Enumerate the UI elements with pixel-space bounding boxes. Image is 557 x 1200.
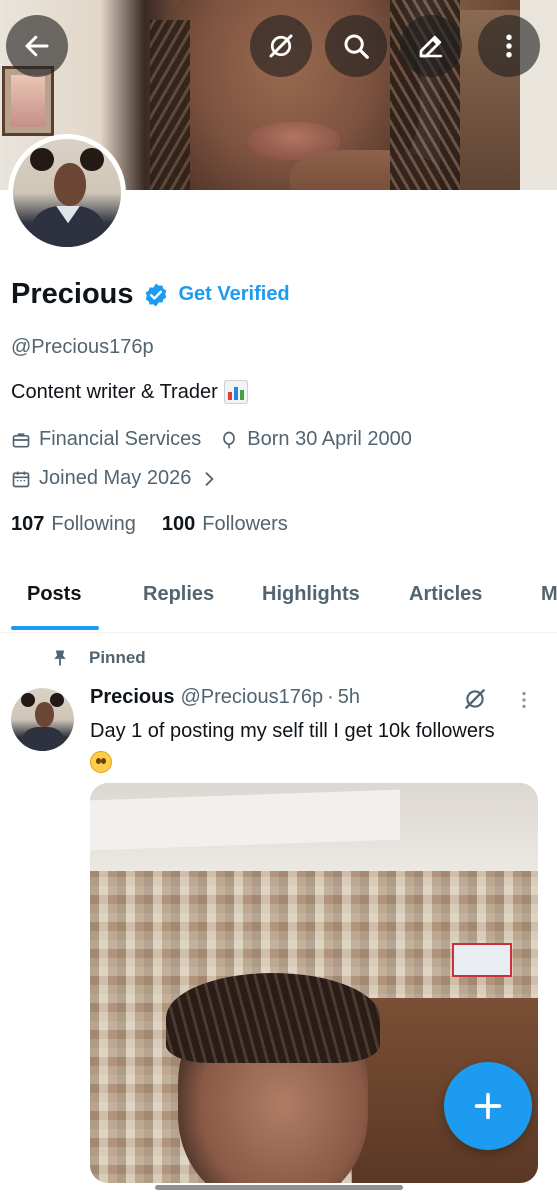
profile-bio: Content writer & Trader: [11, 380, 248, 404]
birth-text: Born 30 April 2000: [247, 428, 412, 450]
pinned-label-row: Pinned: [50, 648, 146, 668]
calendar-icon: [12, 471, 30, 487]
banner-braids-left: [150, 20, 190, 190]
more-vertical-icon: [506, 34, 512, 58]
category-item: Financial Services: [11, 428, 201, 451]
category-text: Financial Services: [39, 428, 202, 450]
pin-icon: [54, 650, 66, 666]
search-icon: [344, 34, 369, 59]
post-author-avatar[interactable]: [11, 688, 74, 751]
post-author-handle: @Precious176p: [180, 686, 324, 708]
banner-picture-frame: [2, 66, 54, 136]
arrow-left-icon: [25, 35, 49, 57]
post-header: Precious @Precious176p · 5h: [90, 686, 360, 709]
grok-slash-icon[interactable]: [462, 686, 488, 712]
followers-link[interactable]: 100 Followers: [162, 513, 288, 536]
following-label: Following: [51, 513, 136, 535]
joined-text: Joined May 2026: [39, 467, 192, 489]
tab-articles[interactable]: Articles: [409, 583, 482, 606]
briefcase-icon: [12, 432, 30, 447]
pencil-icon: [419, 35, 443, 58]
plus-icon: [474, 1092, 502, 1120]
search-button[interactable]: [325, 15, 387, 77]
profile-meta-row-2: Joined May 2026: [11, 467, 237, 490]
profile-name: Precious: [11, 278, 134, 310]
tab-replies[interactable]: Replies: [143, 583, 214, 606]
grok-slash-icon: [269, 34, 293, 58]
post-more-icon[interactable]: [513, 689, 535, 711]
grok-button[interactable]: [250, 15, 312, 77]
follow-stats: 107 Following 100 Followers: [11, 513, 314, 536]
followers-count: 100: [161, 513, 196, 535]
profile-handle: @Precious176p: [11, 336, 154, 358]
following-link[interactable]: 107 Following: [11, 513, 136, 536]
pleading-face-emoji: [90, 750, 112, 773]
post-text-content: Day 1 of posting my self till I get 10k …: [90, 720, 495, 742]
bio-text: Content writer & Trader: [11, 380, 218, 403]
post-separator: ·: [327, 686, 334, 708]
chevron-right-icon: [205, 471, 214, 486]
tab-more[interactable]: M: [541, 583, 557, 606]
balloon-icon: [223, 431, 236, 448]
birth-item: Born 30 April 2000: [219, 428, 412, 451]
compose-post-button[interactable]: [444, 1062, 532, 1150]
profile-avatar[interactable]: [8, 134, 126, 252]
home-indicator[interactable]: [155, 1185, 403, 1190]
avatar-image: [13, 139, 121, 247]
post-avatar-image: [11, 688, 74, 751]
verified-badge-icon[interactable]: [143, 282, 169, 308]
profile-tabs: Posts Replies Highlights Articles M: [0, 558, 557, 633]
tab-highlights[interactable]: Highlights: [262, 583, 360, 606]
get-verified-link[interactable]: Get Verified: [179, 283, 290, 306]
wall-sign: [452, 943, 512, 977]
followers-label: Followers: [202, 513, 288, 535]
profile-meta-row-1: Financial Services Born 30 April 2000: [11, 428, 430, 451]
post-author-name[interactable]: Precious: [90, 686, 174, 709]
pinned-label: Pinned: [89, 648, 146, 667]
person-hair: [166, 973, 380, 1063]
bar-chart-emoji: [223, 380, 248, 404]
following-count: 107: [11, 513, 45, 535]
post-text: Day 1 of posting my self till I get 10k …: [90, 716, 540, 776]
edit-button[interactable]: [400, 15, 462, 77]
tab-posts[interactable]: Posts: [27, 583, 81, 606]
more-button[interactable]: [478, 15, 540, 77]
post-time: 5h: [337, 686, 361, 708]
tab-active-indicator: [11, 626, 99, 630]
joined-item[interactable]: Joined May 2026: [11, 467, 219, 490]
back-button[interactable]: [6, 15, 68, 77]
profile-name-row: Precious Get Verified: [11, 278, 290, 311]
